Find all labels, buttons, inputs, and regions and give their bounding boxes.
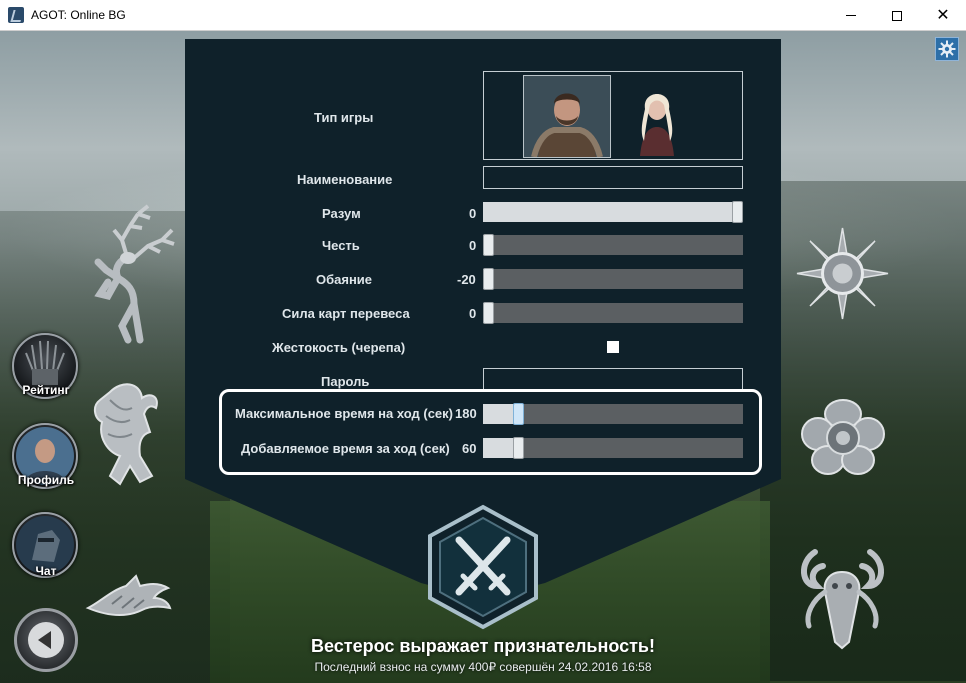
minimize-icon <box>846 15 856 16</box>
slider-thumb[interactable] <box>732 201 743 223</box>
rating-label: Рейтинг <box>22 383 70 397</box>
slider-value-tiebreak: 0 <box>469 306 477 321</box>
game-type-selector <box>483 71 743 160</box>
charm-slider[interactable] <box>483 268 743 290</box>
game-type-label: Тип игры <box>314 110 374 125</box>
cruelty-checkbox[interactable] <box>607 341 619 353</box>
slider-thumb[interactable] <box>483 268 494 290</box>
settings-button[interactable] <box>935 37 959 61</box>
daenerys-portrait-icon <box>640 94 674 156</box>
donation-info: Последний взнос на сумму 400₽ совершён 2… <box>314 660 652 674</box>
password-label: Пароль <box>321 374 370 389</box>
slider-thumb[interactable] <box>483 302 494 324</box>
highlight-frame <box>219 389 762 475</box>
password-input[interactable] <box>483 368 743 390</box>
title-bar: AGOT: Online BG ✕ <box>0 0 966 31</box>
slider-label-intellect: Разум <box>322 206 361 221</box>
rose-sigil-icon <box>801 399 885 475</box>
intellect-slider[interactable] <box>483 201 743 223</box>
honor-slider[interactable] <box>483 234 743 256</box>
name-input[interactable] <box>483 166 743 189</box>
lion-sigil-icon <box>94 383 158 486</box>
window-title: AGOT: Online BG <box>31 8 126 22</box>
wolf-sigil-icon <box>85 574 172 616</box>
slider-fill <box>483 202 738 222</box>
game-type-option-stark[interactable] <box>523 75 611 158</box>
stark-portrait-icon <box>531 93 603 158</box>
stag-sigil-icon <box>94 204 175 344</box>
slider-label-charm: Обаяние <box>316 272 373 287</box>
slider-value-charm: -20 <box>457 272 476 287</box>
maximize-icon <box>892 10 902 21</box>
close-button[interactable]: ✕ <box>920 0 966 31</box>
chat-label: Чат <box>35 564 57 578</box>
slider-label-tiebreak: Сила карт перевеса <box>282 306 410 321</box>
slider-value-honor: 0 <box>469 238 477 253</box>
profile-label: Профиль <box>17 473 75 487</box>
slider-thumb[interactable] <box>483 234 494 256</box>
cruelty-label: Жестокость (черепа) <box>272 340 406 355</box>
name-label: Наименование <box>297 172 393 187</box>
minimize-button[interactable] <box>828 0 874 31</box>
maximize-button[interactable] <box>874 0 920 31</box>
game-type-option-targaryen[interactable] <box>614 75 702 158</box>
app-icon <box>8 7 24 23</box>
close-icon: ✕ <box>936 6 950 24</box>
start-game-button[interactable] <box>425 504 541 630</box>
thanks-message: Вестерос выражает признательность! <box>310 636 655 656</box>
tiebreak-slider[interactable] <box>483 302 743 324</box>
sun-sigil-icon <box>796 227 889 320</box>
slider-value-intellect: 0 <box>469 206 477 221</box>
slider-label-honor: Честь <box>322 238 360 253</box>
gear-icon <box>938 40 956 58</box>
